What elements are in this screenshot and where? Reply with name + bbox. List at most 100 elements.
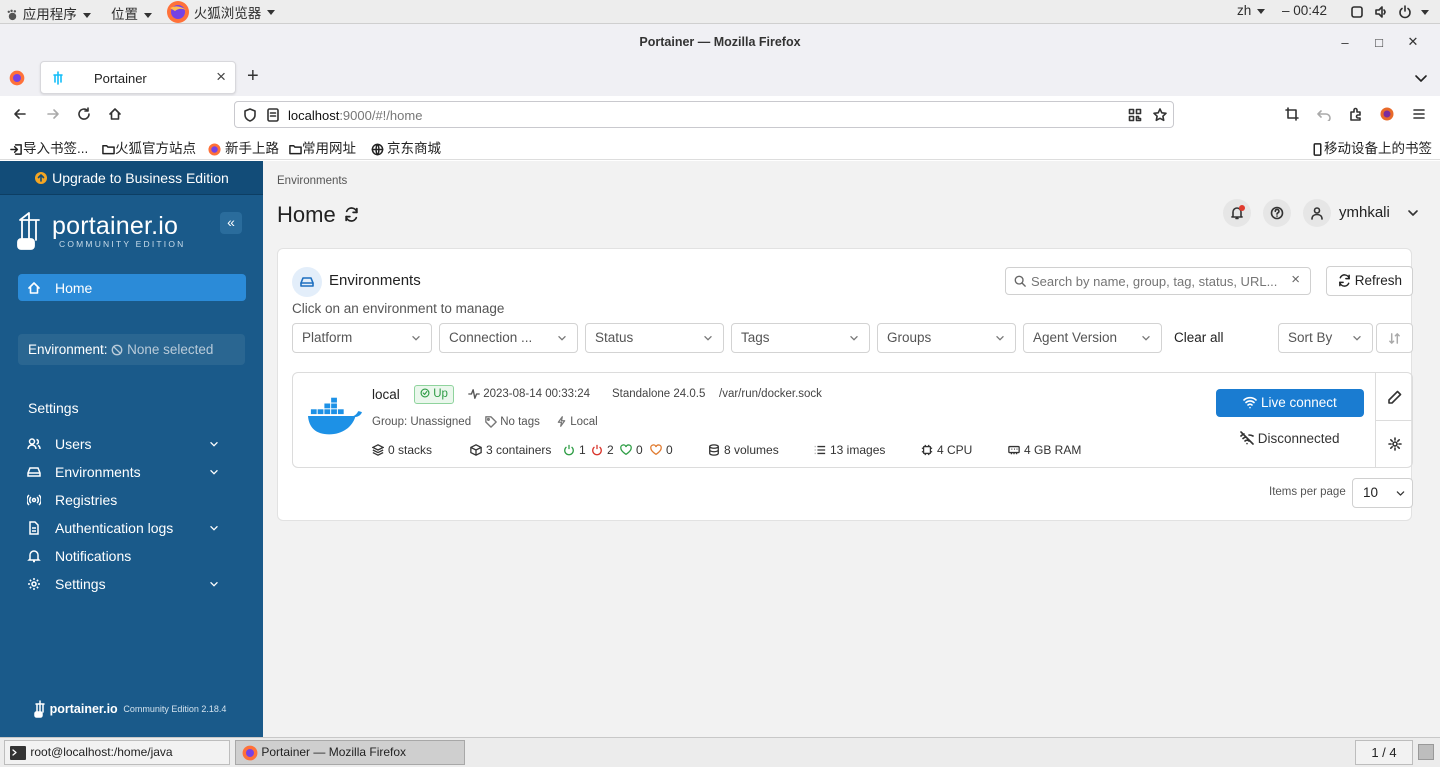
tab-close-icon[interactable]: × (216, 67, 226, 87)
gear-icon[interactable] (1388, 437, 1402, 451)
search-input[interactable] (1031, 272, 1281, 290)
back-icon[interactable] (13, 107, 27, 121)
clock-menu[interactable]: – 00:42 (1282, 3, 1327, 18)
list-all-tabs-icon[interactable] (1414, 71, 1428, 85)
volume-icon (1374, 6, 1386, 19)
tags-label: No tags (500, 416, 540, 429)
upgrade-label: Upgrade to Business Edition (52, 170, 229, 186)
hamburger-menu-icon[interactable] (1412, 107, 1426, 121)
items-per-page-label: Items per page (1269, 486, 1346, 498)
bookmark-import[interactable]: 导入书签... (10, 137, 88, 157)
filter-status[interactable]: Status (585, 323, 724, 353)
taskbar-terminal[interactable]: root@localhost:/home/java (4, 740, 230, 765)
sidebar-item-registries[interactable]: Registries (18, 488, 246, 512)
unhealthy-stat: 0 (650, 443, 673, 457)
mobile-bookmarks[interactable]: 移动设备上的书签 (1311, 137, 1432, 157)
pencil-icon[interactable] (1388, 390, 1402, 404)
page-info-icon[interactable] (266, 108, 280, 122)
clear-all-button[interactable]: Clear all (1174, 330, 1224, 345)
refresh-icon[interactable] (344, 206, 359, 222)
minimize-button[interactable]: – (1328, 35, 1362, 50)
tracking-shield-icon[interactable] (243, 108, 257, 122)
user-menu[interactable]: ymhkali (1303, 199, 1423, 227)
applications-menu-label: 应用程序 (22, 7, 77, 22)
new-tab-button[interactable]: + (247, 65, 259, 88)
sort-order-button[interactable] (1376, 323, 1413, 353)
items-per-page-select[interactable]: 10 (1352, 478, 1413, 508)
filter-agent-version[interactable]: Agent Version (1023, 323, 1162, 353)
bookmark-getting-started[interactable]: 新手上路 (208, 137, 279, 157)
power-off-icon (592, 444, 602, 456)
environments-panel-icon-wrap (292, 267, 322, 297)
environment-locality: Local (556, 416, 598, 428)
system-tray[interactable] (1350, 4, 1430, 19)
environments-panel: Environments × Refresh Click on an envir… (277, 248, 1413, 521)
images-label: 13 images (830, 443, 886, 457)
extensions-icon[interactable] (1349, 107, 1363, 121)
filter-platform[interactable]: Platform (292, 323, 432, 353)
firefox-app-menu[interactable]: 火狐浏览器 (166, 0, 276, 24)
filter-groups[interactable]: Groups (877, 323, 1016, 353)
close-window-button[interactable]: ✕ (1396, 34, 1430, 50)
help-button[interactable] (1263, 199, 1291, 227)
places-menu[interactable]: 位置 (111, 3, 152, 23)
sidebar-item-authentication-logs[interactable]: Authentication logs (18, 516, 246, 540)
caret-down-icon (1421, 9, 1430, 15)
sidebar-item-label: Settings (55, 576, 106, 592)
connection-status: Disconnected (1240, 431, 1340, 446)
bookmark-common-sites[interactable]: 常用网址 (289, 137, 356, 157)
input-method-menu[interactable]: zh (1237, 3, 1266, 18)
clear-search-icon[interactable]: × (1291, 271, 1300, 288)
home-icon[interactable] (108, 107, 122, 121)
collapse-sidebar-button[interactable]: « (220, 212, 242, 234)
filter-tags[interactable]: Tags (731, 323, 870, 353)
forward-icon[interactable] (46, 107, 60, 121)
sidebar-item-settings[interactable]: Settings (18, 572, 246, 596)
activity-icon (468, 389, 480, 399)
url-text[interactable]: localhost:9000/#!/home (288, 108, 422, 123)
undo-icon[interactable] (1317, 107, 1331, 121)
upgrade-banner[interactable]: Upgrade to Business Edition (0, 161, 263, 195)
refresh-button[interactable]: Refresh (1326, 266, 1413, 296)
maximize-button[interactable]: □ (1362, 35, 1396, 50)
volumes-stat: 8 volumes (708, 443, 779, 457)
healthy-stat: 0 (620, 443, 643, 457)
user-avatar (1303, 199, 1331, 227)
firefox-view-icon[interactable] (9, 70, 25, 86)
qr-code-icon[interactable] (1128, 108, 1142, 122)
filter-connection[interactable]: Connection ... (439, 323, 578, 353)
import-icon (10, 144, 22, 155)
mobile-device-icon (1313, 143, 1322, 156)
notifications-button[interactable] (1223, 199, 1251, 227)
address-bar[interactable]: localhost:9000/#!/home (234, 101, 1174, 128)
portainer-logo[interactable]: portainer.io COMMUNITY EDITION (16, 211, 216, 255)
bookmark-star-icon[interactable] (1153, 108, 1167, 122)
sidebar-item-users[interactable]: Users (18, 432, 246, 456)
reload-icon[interactable] (77, 107, 91, 121)
portainer-logo-icon (17, 212, 40, 250)
sidebar-item-notifications[interactable]: Notifications (18, 544, 246, 568)
bookmark-label: 新手上路 (225, 141, 279, 156)
tab-portainer[interactable]: Portainer × (40, 61, 236, 94)
bookmark-label: 京东商城 (387, 141, 441, 156)
workspace-switcher[interactable]: 1 / 4 (1355, 740, 1413, 765)
environment-search[interactable]: × (1005, 267, 1311, 295)
screenshot-icon[interactable] (1285, 107, 1299, 121)
environment-selector[interactable]: Environment: None selected (18, 334, 245, 365)
live-connect-button[interactable]: Live connect (1216, 389, 1364, 417)
sidebar-item-home[interactable]: Home (18, 274, 246, 301)
environment-url: /var/run/docker.sock (719, 388, 822, 400)
taskbar-firefox[interactable]: Portainer — Mozilla Firefox (235, 740, 465, 765)
list-icon (814, 445, 826, 455)
terminal-icon (10, 745, 26, 760)
account-avatar-icon[interactable] (1380, 107, 1394, 121)
applications-menu[interactable]: 应用程序 (6, 3, 91, 23)
sidebar-item-environments[interactable]: Environments (18, 460, 246, 484)
disconnected-label: Disconnected (1257, 431, 1340, 446)
sort-by-select[interactable]: Sort By (1278, 323, 1373, 353)
sidebar-item-label: Notifications (55, 548, 132, 564)
environment-card-local[interactable]: local Up 2023-08-14 00:33:24 Standalone … (292, 372, 1413, 468)
bookmark-jd[interactable]: 京东商城 (371, 137, 441, 157)
show-desktop-button[interactable] (1418, 744, 1434, 760)
bookmark-firefox-site[interactable]: 火狐官方站点 (102, 137, 196, 157)
